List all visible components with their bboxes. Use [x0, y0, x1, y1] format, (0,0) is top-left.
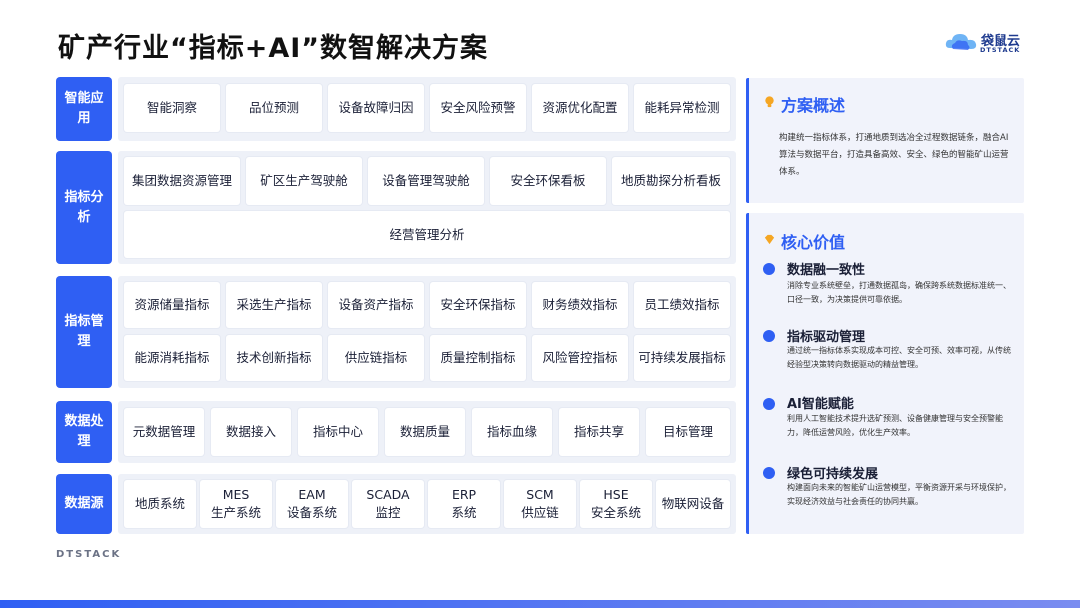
source-item[interactable]: ERP 系统 [428, 480, 500, 528]
layer-label: 数据处理 [56, 401, 112, 463]
app-item[interactable]: 智能洞察 [124, 84, 220, 132]
metric-item[interactable]: 员工绩效指标 [634, 282, 730, 328]
source-item-line: SCM [526, 487, 554, 502]
app-item[interactable]: 品位预测 [226, 84, 322, 132]
analysis-wide-item[interactable]: 经营管理分析 [124, 211, 730, 258]
app-item[interactable]: 安全风险预警 [430, 84, 526, 132]
source-item-line: 安全系统 [590, 505, 641, 520]
value-item-text: 消除专业系统壁垒，打通数据孤岛，确保跨系统数据标准统一、口径一致，为决策提供可靠… [787, 281, 1011, 304]
analysis-item[interactable]: 设备管理驾驶舱 [368, 157, 484, 205]
metric-item[interactable]: 风险管控指标 [532, 335, 628, 381]
source-item-line: MES [222, 487, 250, 502]
layer-label-text: 数据源 [64, 496, 104, 511]
metric-item[interactable]: 供应链指标 [328, 335, 424, 381]
ai-icon [763, 398, 775, 410]
value-item-title: 数据融一致性 [787, 263, 866, 278]
analysis-item[interactable]: 矿区生产驾驶舱 [246, 157, 362, 205]
page-title: 矿产行业“指标+AI”数智解决方案 [58, 33, 489, 64]
source-item-line: ERP [451, 487, 477, 502]
source-item[interactable]: HSE 安全系统 [580, 480, 652, 528]
layer-label: 指标分析 [56, 151, 112, 264]
source-item[interactable]: MES 生产系统 [200, 480, 272, 528]
layer-analysis: 指标分析 集团数据资源管理 矿区生产驾驶舱 设备管理驾驶舱 安全环保看板 地质勘… [56, 151, 736, 264]
cloud-logo-icon [945, 34, 977, 50]
layer-area: 资源储量指标 采选生产指标 设备资产指标 安全环保指标 财务绩效指标 员工绩效指… [118, 276, 736, 388]
layer-area: 元数据管理 数据接入 指标中心 数据质量 指标血缘 指标共享 目标管理 [118, 401, 736, 463]
app-item[interactable]: 资源优化配置 [532, 84, 628, 132]
value-item-text: 利用人工智能技术提升选矿预测、设备健康管理与安全预警能力，降低运营风险，优化生产… [787, 414, 1003, 437]
value-item-title: AI智能赋能 [787, 397, 854, 412]
footer-brand: DTSTACK [56, 549, 122, 560]
layer-process: 数据处理 元数据管理 数据接入 指标中心 数据质量 指标血缘 指标共享 目标管理 [56, 401, 736, 463]
metric-item[interactable]: 能源消耗指标 [124, 335, 220, 381]
lightbulb-icon [765, 96, 774, 108]
source-item-line: SCADA [366, 487, 410, 502]
value-item-title: 绿色可持续发展 [787, 467, 879, 482]
analysis-item[interactable]: 安全环保看板 [490, 157, 606, 205]
diamond-icon [764, 234, 775, 245]
layer-app: 智能应用 智能洞察 品位预测 设备故障归因 安全风险预警 资源优化配置 能耗异常… [56, 77, 736, 141]
metric-item[interactable]: 资源储量指标 [124, 282, 220, 328]
source-item-line: 生产系统 [210, 505, 261, 520]
metric-item[interactable]: 质量控制指标 [430, 335, 526, 381]
chart-icon [763, 330, 775, 342]
process-item[interactable]: 目标管理 [646, 408, 730, 456]
app-item[interactable]: 设备故障归因 [328, 84, 424, 132]
metric-item[interactable]: 设备资产指标 [328, 282, 424, 328]
process-item[interactable]: 数据质量 [385, 408, 465, 456]
layer-source: 数据源 地质系统 MES 生产系统 EAM 设备系统 SCADA 监控 ERP 系统 S… [56, 474, 736, 534]
source-item[interactable]: SCADA 监控 [352, 480, 424, 528]
metric-item[interactable]: 技术创新指标 [226, 335, 322, 381]
layer-metric: 指标管理 资源储量指标 采选生产指标 设备资产指标 安全环保指标 财务绩效指标 … [56, 276, 736, 388]
overview-panel: 方案概述 构建统一指标体系，打通地质到选冶全过程数据链条，融合AI算法与数据平台… [746, 78, 1024, 203]
value-item-text: 构建面向未来的智能矿山运营模型，平衡资源开采与环境保护，实现经济效益与社会责任的… [787, 483, 1011, 506]
layer-label: 智能应用 [56, 77, 112, 141]
value-item-title: 指标驱动管理 [787, 330, 866, 345]
layer-label-text: 智能应用 [64, 91, 104, 126]
value-item-text: 通过统一指标体系实现成本可控、安全可预、效率可视，从传统经验型决策转向数据驱动的… [787, 346, 1011, 369]
leaf-icon [763, 467, 775, 479]
layer-label: 数据源 [56, 474, 112, 534]
process-item[interactable]: 数据接入 [211, 408, 291, 456]
source-item[interactable]: 物联网设备 [656, 480, 730, 528]
values-panel: 核心价值 数据融一致性 消除专业系统壁垒，打通数据孤岛，确保跨系统数据标准统一、… [746, 213, 1024, 534]
source-item-line: HSE [603, 487, 629, 502]
database-icon [763, 263, 775, 275]
metric-item[interactable]: 可持续发展指标 [634, 335, 730, 381]
source-item[interactable]: 地质系统 [124, 480, 196, 528]
source-item-line: 设备系统 [286, 505, 337, 520]
source-item-line: 地质系统 [134, 496, 185, 511]
app-item[interactable]: 能耗异常检测 [634, 84, 730, 132]
source-item[interactable]: EAM 设备系统 [276, 480, 348, 528]
process-item[interactable]: 元数据管理 [124, 408, 204, 456]
source-item[interactable]: SCM 供应链 [504, 480, 576, 528]
process-item[interactable]: 指标共享 [559, 408, 639, 456]
source-item-line: 物联网设备 [661, 496, 725, 511]
process-item[interactable]: 指标中心 [298, 408, 378, 456]
layer-label-text: 指标管理 [64, 314, 104, 349]
overview-title: 方案概述 [781, 96, 846, 115]
source-item-line: 系统 [451, 505, 477, 520]
metric-item[interactable]: 安全环保指标 [430, 282, 526, 328]
logo-sub: DTSTACK [980, 46, 1021, 54]
brand-logo: 袋鼠云 DTSTACK [944, 30, 1024, 56]
source-item-line: 监控 [375, 505, 401, 520]
source-item-line: 供应链 [521, 505, 559, 520]
metric-item[interactable]: 采选生产指标 [226, 282, 322, 328]
layer-area: 地质系统 MES 生产系统 EAM 设备系统 SCADA 监控 ERP 系统 SCM 供应… [118, 474, 736, 534]
values-title: 核心价值 [781, 233, 846, 252]
layer-label-text: 指标分析 [64, 189, 104, 225]
source-item-line: EAM [298, 487, 326, 502]
analysis-item[interactable]: 地质勘探分析看板 [612, 157, 730, 205]
layer-area: 集团数据资源管理 矿区生产驾驶舱 设备管理驾驶舱 安全环保看板 地质勘探分析看板… [118, 151, 736, 264]
metric-item[interactable]: 财务绩效指标 [532, 282, 628, 328]
process-item[interactable]: 指标血缘 [472, 408, 552, 456]
layer-area: 智能洞察 品位预测 设备故障归因 安全风险预警 资源优化配置 能耗异常检测 [118, 77, 736, 141]
overview-text: 构建统一指标体系，打通地质到选冶全过程数据链条，融合AI算法与数据平台，打造具备… [779, 133, 1009, 177]
analysis-item[interactable]: 集团数据资源管理 [124, 157, 240, 205]
bottom-accent-bar [0, 600, 1080, 608]
layer-label: 指标管理 [56, 276, 112, 388]
layer-label-text: 数据处理 [64, 414, 104, 449]
